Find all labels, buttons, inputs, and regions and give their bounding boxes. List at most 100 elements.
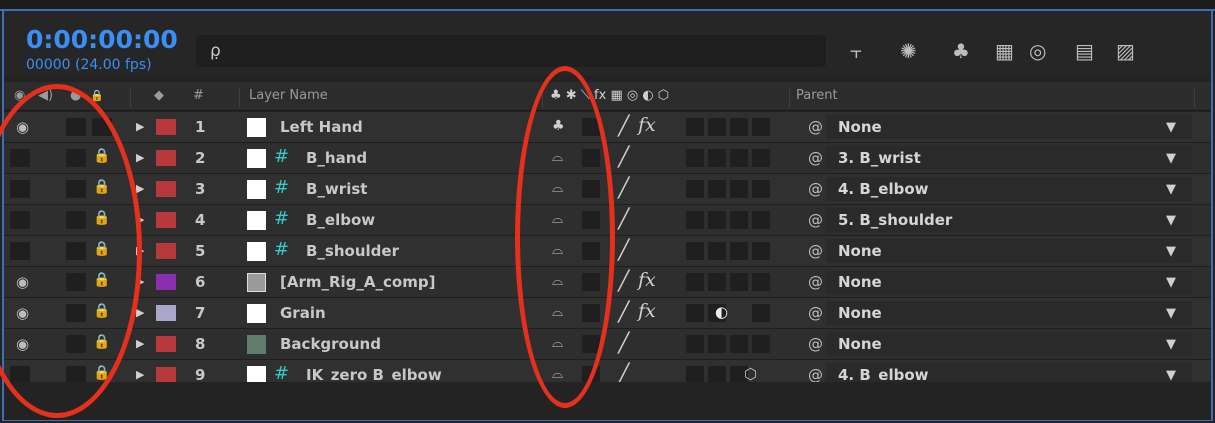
- label-column-icon[interactable]: ◆: [154, 88, 164, 103]
- parent-pickwhip-icon[interactable]: @: [808, 304, 823, 322]
- chart-icon[interactable]: ▨: [1116, 39, 1135, 63]
- motion-blur-switch[interactable]: [708, 273, 726, 291]
- label-color-swatch[interactable]: [156, 181, 176, 197]
- 3d-layer-switch[interactable]: [752, 211, 770, 229]
- empty-layer-area[interactable]: [4, 382, 1211, 420]
- quality-switch-icon[interactable]: ╱: [618, 208, 629, 230]
- motion-blur-switch[interactable]: [708, 180, 726, 198]
- layer-name-column-header[interactable]: Layer Name: [249, 88, 328, 103]
- parent-pickwhip-icon[interactable]: @: [808, 242, 823, 260]
- layer-name[interactable]: [Arm_Rig_A_comp]: [280, 273, 435, 291]
- frame-blend-switch[interactable]: [686, 273, 704, 291]
- search-icon[interactable]: ρ̣: [210, 41, 221, 61]
- parent-pickwhip-icon[interactable]: @: [808, 180, 823, 198]
- 3d-layer-switch[interactable]: [752, 335, 770, 353]
- 3d-layer-icon[interactable]: ⬡: [744, 365, 757, 383]
- quality-switch-icon[interactable]: ╱: [618, 239, 629, 261]
- effects-switch-icon[interactable]: fx: [638, 114, 656, 136]
- current-time-display[interactable]: 0:00:00:00: [26, 25, 178, 54]
- motion-blur-icon[interactable]: ◎: [1029, 39, 1046, 63]
- adjustment-switch[interactable]: [730, 335, 748, 353]
- quality-switch-icon[interactable]: ╱: [618, 146, 629, 168]
- 3d-layer-switch[interactable]: [752, 273, 770, 291]
- quality-switch-icon[interactable]: ╱: [618, 177, 629, 199]
- chevron-down-icon[interactable]: ▼: [1166, 213, 1176, 228]
- chevron-down-icon[interactable]: ▼: [1166, 244, 1176, 259]
- quality-switch-icon[interactable]: ╱: [618, 332, 629, 354]
- label-color-swatch[interactable]: [156, 367, 176, 383]
- layer-name[interactable]: B_elbow: [306, 211, 375, 229]
- layer-name[interactable]: B_shoulder: [306, 242, 399, 260]
- label-color-swatch[interactable]: [156, 305, 176, 321]
- graph-editor-icon[interactable]: ▤: [1075, 39, 1094, 63]
- expand-triangle-icon[interactable]: ▶: [136, 120, 144, 133]
- chevron-down-icon[interactable]: ▼: [1166, 275, 1176, 290]
- chevron-down-icon[interactable]: ▼: [1166, 182, 1176, 197]
- quality-switch-icon[interactable]: ╱: [618, 115, 629, 137]
- layer-name[interactable]: Left Hand: [280, 118, 363, 136]
- expand-triangle-icon[interactable]: ▶: [136, 368, 144, 381]
- parent-column-header[interactable]: Parent: [796, 88, 838, 103]
- motion-blur-switch[interactable]: [708, 149, 726, 167]
- layer-row[interactable]: ◉ ▶ 1 Left Hand ♣ ╱ fx @ None ▼: [4, 112, 1211, 143]
- 3d-layer-switch[interactable]: [752, 118, 770, 136]
- label-color-swatch[interactable]: [156, 336, 176, 352]
- layer-name[interactable]: B_hand: [306, 149, 367, 167]
- draft-3d-icon[interactable]: ✺: [900, 39, 917, 63]
- expand-triangle-icon[interactable]: ▶: [136, 182, 144, 195]
- parent-pickwhip-icon[interactable]: @: [808, 335, 823, 353]
- frame-count-display[interactable]: 00000 (24.00 fps): [26, 57, 152, 73]
- chevron-down-icon[interactable]: ▼: [1166, 120, 1176, 135]
- effects-switch-icon[interactable]: fx: [638, 269, 656, 291]
- frame-blend-switch[interactable]: [686, 242, 704, 260]
- layer-row[interactable]: ◉ 🔒 ▶ 8 Background ⌓ ╱ @ None ▼: [4, 329, 1211, 360]
- frame-blend-switch[interactable]: [686, 149, 704, 167]
- frame-blend-switch[interactable]: [686, 211, 704, 229]
- expand-triangle-icon[interactable]: ▶: [136, 337, 144, 350]
- shy-layers-icon[interactable]: ♣: [952, 39, 970, 63]
- motion-blur-switch[interactable]: [708, 335, 726, 353]
- chevron-down-icon[interactable]: ▼: [1166, 306, 1176, 321]
- chevron-down-icon[interactable]: ▼: [1166, 368, 1176, 383]
- motion-blur-switch[interactable]: [708, 211, 726, 229]
- adjustment-switch[interactable]: [730, 242, 748, 260]
- adjustment-layer-icon[interactable]: ◐: [715, 303, 728, 321]
- motion-blur-switch[interactable]: [708, 118, 726, 136]
- layer-name[interactable]: B_wrist: [306, 180, 367, 198]
- label-color-swatch[interactable]: [156, 212, 176, 228]
- adjustment-switch[interactable]: [730, 149, 748, 167]
- adjustment-switch[interactable]: [730, 273, 748, 291]
- label-color-swatch[interactable]: [156, 150, 176, 166]
- quality-switch-icon[interactable]: ╱: [618, 301, 629, 323]
- 3d-layer-switch[interactable]: [752, 242, 770, 260]
- label-color-swatch[interactable]: [156, 119, 176, 135]
- frame-blend-switch[interactable]: [686, 335, 704, 353]
- adjustment-switch[interactable]: [730, 211, 748, 229]
- quality-switch-icon[interactable]: ╱: [618, 270, 629, 292]
- label-color-swatch[interactable]: [156, 274, 176, 290]
- adjustment-switch[interactable]: [730, 180, 748, 198]
- frame-blending-icon[interactable]: ▦: [995, 39, 1014, 63]
- effects-switch-icon[interactable]: fx: [638, 300, 656, 322]
- chevron-down-icon[interactable]: ▼: [1166, 151, 1176, 166]
- frame-blend-switch[interactable]: [686, 304, 704, 322]
- expand-triangle-icon[interactable]: ▶: [136, 306, 144, 319]
- comp-mini-flowchart-icon[interactable]: ⫟: [850, 39, 862, 63]
- frame-blend-switch[interactable]: [686, 180, 704, 198]
- layer-name[interactable]: Grain: [280, 304, 326, 322]
- label-color-swatch[interactable]: [156, 243, 176, 259]
- chevron-down-icon[interactable]: ▼: [1166, 337, 1176, 352]
- parent-pickwhip-icon[interactable]: @: [808, 211, 823, 229]
- parent-pickwhip-icon[interactable]: @: [808, 149, 823, 167]
- expand-triangle-icon[interactable]: ▶: [136, 151, 144, 164]
- adjustment-switch[interactable]: [730, 118, 748, 136]
- parent-pickwhip-icon[interactable]: @: [808, 273, 823, 291]
- 3d-layer-switch[interactable]: [752, 180, 770, 198]
- number-column-header[interactable]: #: [193, 88, 204, 103]
- parent-pickwhip-icon[interactable]: @: [808, 118, 823, 136]
- layer-search-input[interactable]: [196, 35, 826, 67]
- motion-blur-switch[interactable]: [708, 242, 726, 260]
- layer-name[interactable]: Background: [280, 335, 381, 353]
- 3d-layer-switch[interactable]: [752, 149, 770, 167]
- frame-blend-switch[interactable]: [686, 118, 704, 136]
